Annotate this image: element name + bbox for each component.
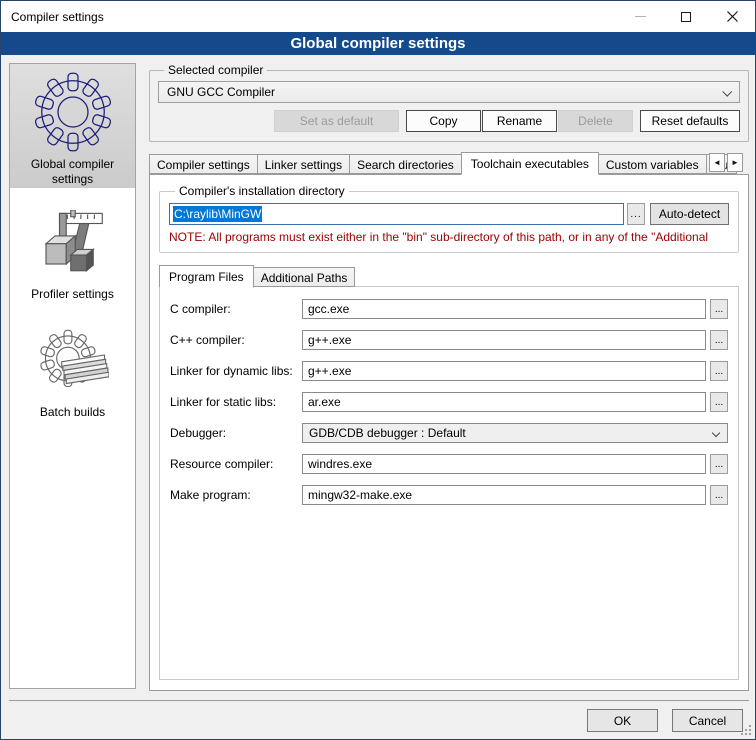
footer-divider: [9, 700, 749, 701]
window-title: Compiler settings: [1, 10, 104, 24]
minimize-icon: [635, 16, 646, 17]
tab-toolchain-executables[interactable]: Toolchain executables: [461, 152, 599, 175]
linker-for-static-libs-input[interactable]: [302, 392, 706, 412]
tab-scroll-right-button[interactable]: ►: [727, 153, 743, 172]
set-as-default-button: Set as default: [274, 110, 399, 132]
compiler-settings-dialog: Compiler settings Global compiler settin…: [0, 0, 756, 740]
program-files-panel: C compiler:...C++ compiler:...Linker for…: [159, 286, 739, 680]
field-label: Linker for static libs:: [170, 395, 302, 409]
field-row: Resource compiler:...: [170, 454, 728, 474]
tab-linker-settings[interactable]: Linker settings: [257, 154, 350, 174]
installation-directory-input[interactable]: C:\raylib\MinGW: [169, 203, 624, 225]
browse-button[interactable]: ...: [710, 454, 728, 474]
compiler-select[interactable]: GNU GCC Compiler: [158, 81, 740, 103]
ok-button[interactable]: OK: [587, 709, 658, 732]
field-row: Make program:...: [170, 485, 728, 505]
field-row: C compiler:...: [170, 299, 728, 319]
tab-compiler-settings[interactable]: Compiler settings: [149, 154, 258, 174]
field-row: Debugger: GDB/CDB debugger : Default: [170, 423, 728, 443]
browse-directory-button[interactable]: ...: [627, 203, 645, 225]
browse-button[interactable]: ...: [710, 392, 728, 412]
subtab-additional-paths[interactable]: Additional Paths: [253, 267, 356, 287]
sidebar-item-profiler-settings[interactable]: Profiler settings: [10, 202, 135, 306]
minimize-button[interactable]: [617, 1, 663, 32]
batch-builds-icon: [37, 328, 109, 400]
resource-compiler-input[interactable]: [302, 454, 706, 474]
settings-tabstrip: Compiler settingsLinker settingsSearch d…: [149, 151, 749, 174]
sidebar-item-label: Profiler settings: [25, 287, 120, 302]
gear-blue-icon: [33, 72, 113, 152]
debugger-select-value: GDB/CDB debugger : Default: [309, 426, 466, 440]
field-label: Linker for dynamic libs:: [170, 364, 302, 378]
field-label: Resource compiler:: [170, 457, 302, 471]
settings-category-list: Global compiler settings Profiler settin…: [9, 63, 136, 689]
selected-compiler-group: Selected compiler GNU GCC Compiler Set a…: [149, 63, 749, 142]
installation-directory-value: C:\raylib\MinGW: [173, 206, 262, 222]
installation-directory-group: Compiler's installation directory C:\ray…: [159, 184, 739, 253]
installation-directory-label: Compiler's installation directory: [175, 184, 349, 198]
tab-search-directories[interactable]: Search directories: [349, 154, 462, 174]
subtab-program-files[interactable]: Program Files: [159, 265, 254, 288]
page-title: Global compiler settings: [1, 32, 755, 55]
field-row: Linker for static libs:...: [170, 392, 728, 412]
close-button[interactable]: [709, 1, 755, 32]
sidebar-item-global-compiler-settings[interactable]: Global compiler settings: [10, 64, 135, 188]
c-compiler-input[interactable]: [302, 299, 706, 319]
delete-button: Delete: [558, 110, 633, 132]
toolchain-executables-page: Compiler's installation directory C:\ray…: [149, 174, 749, 691]
field-label: Make program:: [170, 488, 302, 502]
browse-button[interactable]: ...: [710, 299, 728, 319]
copy-button[interactable]: Copy: [406, 110, 481, 132]
debugger-select[interactable]: GDB/CDB debugger : Default: [302, 423, 728, 443]
compiler-button-row: Set as default CopyRenameDelete Reset defa…: [158, 110, 740, 132]
profiler-caliper-icon: [37, 210, 109, 282]
browse-button[interactable]: ...: [710, 361, 728, 381]
resize-grip[interactable]: [749, 733, 751, 735]
sidebar-item-label: Batch builds: [34, 405, 111, 420]
compiler-select-value: GNU GCC Compiler: [167, 85, 275, 99]
field-row: Linker for dynamic libs:...: [170, 361, 728, 381]
maximize-icon: [681, 12, 691, 22]
rename-button[interactable]: Rename: [482, 110, 557, 132]
auto-detect-button[interactable]: Auto-detect: [650, 203, 729, 225]
tab-scroll-left-button[interactable]: ◄: [709, 153, 725, 172]
program-files-tabstrip: Program FilesAdditional Paths: [159, 264, 739, 287]
titlebar[interactable]: Compiler settings: [1, 1, 755, 32]
selected-compiler-label: Selected compiler: [164, 63, 267, 77]
browse-button[interactable]: ...: [710, 485, 728, 505]
field-label: C++ compiler:: [170, 333, 302, 347]
maximize-button[interactable]: [663, 1, 709, 32]
bin-subdirectory-note: NOTE: All programs must exist either in …: [169, 230, 729, 244]
field-label: C compiler:: [170, 302, 302, 316]
chevron-down-icon: [712, 429, 720, 437]
field-label: Debugger:: [170, 426, 302, 440]
c-compiler-input[interactable]: [302, 330, 706, 350]
main-content: Selected compiler GNU GCC Compiler Set a…: [149, 63, 749, 691]
reset-defaults-button[interactable]: Reset defaults: [640, 110, 740, 132]
field-row: C++ compiler:...: [170, 330, 728, 350]
make-program-input[interactable]: [302, 485, 706, 505]
sidebar-item-label: Global compiler settings: [10, 157, 135, 187]
close-icon: [727, 11, 738, 22]
sidebar-item-batch-builds[interactable]: Batch builds: [10, 320, 135, 424]
chevron-down-icon: [722, 87, 732, 97]
cancel-button[interactable]: Cancel: [672, 709, 743, 732]
browse-button[interactable]: ...: [710, 330, 728, 350]
tab-custom-variables[interactable]: Custom variables: [598, 154, 707, 174]
linker-for-dynamic-libs-input[interactable]: [302, 361, 706, 381]
